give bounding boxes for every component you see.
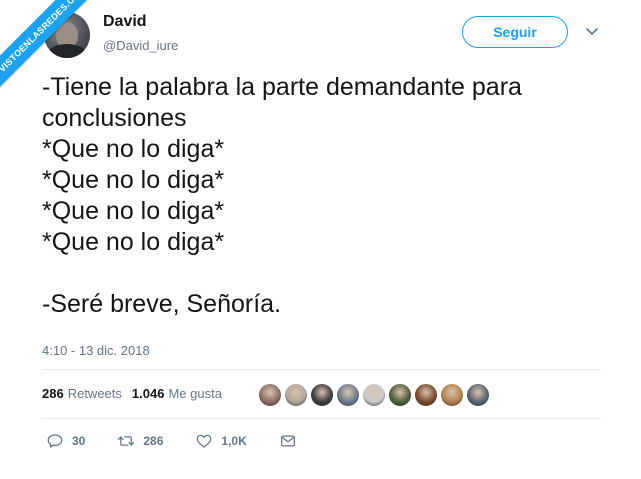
tweet-line: *Que no lo diga*	[42, 228, 225, 256]
follow-button[interactable]: Seguir	[462, 16, 568, 48]
liker-avatar[interactable]	[336, 383, 360, 407]
likes-label: Me gusta	[168, 386, 222, 401]
retweets-label: Retweets	[67, 386, 122, 401]
tweet-stats: 286 Retweets 1.046 Me gusta	[42, 386, 222, 401]
like-button[interactable]: 1,0K	[195, 432, 247, 450]
retweet-button[interactable]: 286	[117, 432, 163, 450]
chevron-down-icon[interactable]	[584, 26, 600, 38]
liker-avatars	[258, 383, 490, 407]
likes-count: 1.046	[131, 386, 165, 401]
retweet-icon	[118, 436, 135, 446]
tweet-text: -Tiene la palabra la parte demandante pa…	[42, 72, 622, 320]
liker-avatar[interactable]	[362, 383, 386, 407]
liker-avatar[interactable]	[284, 383, 308, 407]
reply-count: 30	[72, 434, 86, 448]
tweet-line: *Que no lo diga*	[42, 166, 225, 194]
reply-button[interactable]: 30	[46, 432, 85, 450]
liker-avatar[interactable]	[440, 383, 464, 407]
tweet-timestamp[interactable]: 4:10 - 13 dic. 2018	[42, 343, 150, 358]
liker-avatar[interactable]	[388, 383, 412, 407]
tweet-line: conclusiones	[42, 104, 187, 132]
likes-stat[interactable]: 1.046 Me gusta	[132, 386, 222, 401]
heart-icon	[197, 434, 212, 448]
tweet-line	[42, 258, 622, 289]
liker-avatar[interactable]	[414, 383, 438, 407]
author-name[interactable]: David	[103, 13, 147, 31]
avatar-coat	[48, 44, 86, 58]
retweets-count: 286	[42, 386, 64, 401]
envelope-icon	[280, 435, 295, 447]
liker-avatar[interactable]	[258, 383, 282, 407]
tweet-line: *Que no lo diga*	[42, 197, 225, 225]
tweet-line: *Que no lo diga*	[42, 135, 225, 163]
liker-avatar[interactable]	[310, 383, 334, 407]
retweet-count: 286	[143, 434, 164, 448]
liker-avatar[interactable]	[466, 383, 490, 407]
reply-icon	[47, 434, 63, 448]
tweet-actions: 30 286 1,0K	[46, 432, 329, 450]
retweets-stat[interactable]: 286 Retweets	[42, 386, 122, 401]
like-count: 1,0K	[221, 434, 247, 448]
message-button[interactable]	[279, 432, 297, 450]
tweet-line: -Seré breve, Señoría.	[42, 290, 282, 318]
tweet-line: -Tiene la palabra la parte demandante pa…	[42, 73, 522, 101]
divider	[42, 369, 601, 370]
divider	[42, 418, 601, 419]
author-handle[interactable]: @David_iure	[103, 38, 178, 53]
